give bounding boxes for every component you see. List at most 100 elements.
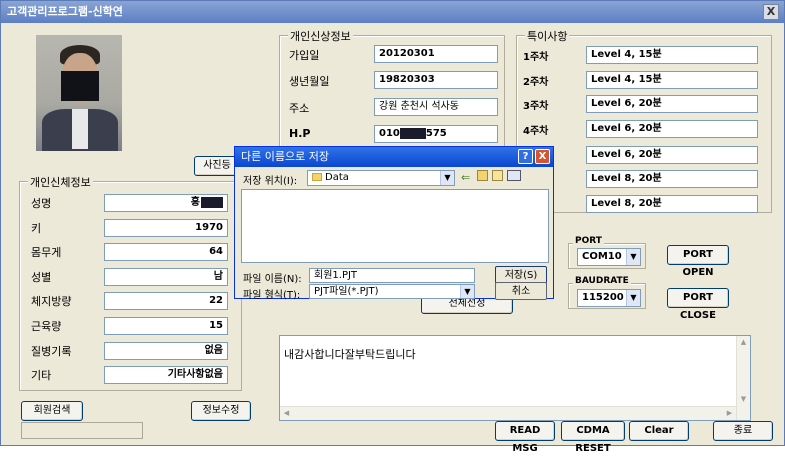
- port-title: PORT: [573, 236, 604, 246]
- scroll-down-icon[interactable]: ▼: [737, 393, 750, 406]
- personal-info-label-1: 가입일: [289, 49, 320, 62]
- special-value-1: Level 4, 15분: [591, 49, 662, 60]
- file-list[interactable]: [241, 189, 549, 263]
- filetype-value: PJT파일(*.PJT): [314, 286, 379, 297]
- personal-info-field-2[interactable]: 19820303: [374, 71, 498, 89]
- vertical-scrollbar[interactable]: ▲ ▼: [736, 336, 750, 420]
- chevron-down-icon[interactable]: ▼: [626, 290, 640, 306]
- special-label-2: 2주차: [523, 77, 549, 88]
- port-open-button[interactable]: PORT OPEN: [667, 245, 729, 278]
- body-info-value-7: 없음: [204, 345, 223, 356]
- window-close-button[interactable]: X: [763, 4, 779, 20]
- help-button[interactable]: ?: [518, 149, 533, 164]
- body-info-field-8[interactable]: 기타사항없음: [104, 366, 228, 384]
- personal-info-field-4[interactable]: 010 575: [374, 125, 498, 143]
- member-photo: [36, 35, 122, 151]
- special-field-4[interactable]: Level 6, 20분: [586, 120, 758, 138]
- personal-info-label-4: H.P: [289, 127, 311, 140]
- filetype-label: 파일 형식(T):: [243, 290, 301, 301]
- body-info-value-1: 홍: [190, 197, 200, 208]
- body-info-label-3: 몸무게: [31, 246, 62, 259]
- port-close-button[interactable]: PORT CLOSE: [667, 288, 729, 321]
- title-bar: 고객관리프로그램-신학연 X: [1, 1, 784, 23]
- body-info-field-6[interactable]: 15: [104, 317, 228, 335]
- scroll-left-icon[interactable]: ◀: [280, 407, 293, 420]
- personal-info-label-2: 생년월일: [289, 75, 330, 88]
- body-info-field-4[interactable]: 남: [104, 268, 228, 286]
- save-location-label: 저장 위치(I):: [243, 176, 298, 187]
- personal-info-field-1[interactable]: 20120301: [374, 45, 498, 63]
- chevron-down-icon[interactable]: ▼: [440, 171, 454, 185]
- body-info-value-6: 15: [209, 320, 223, 331]
- cancel-button[interactable]: 취소: [495, 282, 547, 300]
- dialog-close-button[interactable]: X: [535, 149, 550, 164]
- body-info-field-2[interactable]: 1970: [104, 219, 228, 237]
- special-field-5[interactable]: Level 6, 20분: [586, 146, 758, 164]
- personal-info-field-3[interactable]: 강원 춘천시 석사동: [374, 98, 498, 116]
- view-menu-icon[interactable]: [507, 170, 521, 181]
- baudrate-select[interactable]: 115200 ▼: [577, 289, 641, 307]
- read-msg-button[interactable]: READ MSG: [495, 421, 555, 454]
- special-value-2: Level 4, 15분: [591, 74, 662, 85]
- body-info-label-4: 성별: [31, 271, 52, 284]
- chevron-down-icon[interactable]: ▼: [626, 249, 640, 265]
- body-info-label-1: 성명: [31, 197, 52, 210]
- save-location-value: Data: [325, 172, 349, 183]
- special-field-2[interactable]: Level 4, 15분: [586, 71, 758, 89]
- save-location-select[interactable]: Data ▼: [307, 170, 455, 186]
- filename-label: 파일 이름(N):: [243, 274, 302, 285]
- body-info-value-4: 남: [213, 271, 223, 282]
- filename-input[interactable]: 회원1.PJT: [309, 268, 475, 283]
- body-info-value-5: 22: [209, 295, 223, 306]
- personal-info-value-3: 강원 춘천시 석사동: [379, 101, 459, 112]
- special-field-1[interactable]: Level 4, 15분: [586, 46, 758, 64]
- body-info-label-7: 질병기록: [31, 345, 72, 358]
- body-info-value-8: 기타사항없음: [167, 369, 223, 380]
- member-search-button[interactable]: 회원검색: [21, 401, 83, 421]
- window-title: 고객관리프로그램-신학연: [7, 5, 123, 18]
- special-label-4: 4주차: [523, 126, 549, 137]
- special-value-3: Level 6, 20분: [591, 98, 662, 109]
- personal-info-title: 개인신상정보: [288, 28, 353, 44]
- body-info-label-8: 기타: [31, 369, 52, 382]
- new-folder-icon[interactable]: [492, 170, 503, 181]
- edit-info-button[interactable]: 정보수정: [191, 401, 251, 421]
- chevron-down-icon[interactable]: ▼: [460, 285, 474, 298]
- filetype-select[interactable]: PJT파일(*.PJT) ▼: [309, 284, 475, 299]
- special-field-7[interactable]: Level 8, 20분: [586, 195, 758, 213]
- scroll-right-icon[interactable]: ▶: [723, 407, 736, 420]
- clear-button[interactable]: Clear: [629, 421, 689, 441]
- dialog-title: 다른 이름으로 저장: [241, 150, 329, 163]
- port-select-value: COM10: [582, 251, 622, 262]
- save-as-dialog: 다른 이름으로 저장 ? X 저장 위치(I): Data ▼ ⇐ 파일 이름(…: [234, 146, 554, 301]
- body-info-field-7[interactable]: 없음: [104, 342, 228, 360]
- port-select[interactable]: COM10 ▼: [577, 248, 641, 266]
- special-label-1: 1주차: [523, 52, 549, 63]
- body-info-label-5: 체지방량: [31, 295, 72, 308]
- horizontal-scrollbar[interactable]: ◀ ▶: [280, 406, 736, 420]
- body-info-value-3: 64: [209, 246, 223, 257]
- special-field-3[interactable]: Level 6, 20분: [586, 95, 758, 113]
- phone-prefix: 010: [379, 128, 400, 139]
- exit-button[interactable]: 종료: [713, 421, 773, 441]
- body-info-field-1[interactable]: 홍: [104, 194, 228, 212]
- body-info-value-2: 1970: [195, 222, 223, 233]
- special-field-6[interactable]: Level 8, 20분: [586, 170, 758, 188]
- body-info-field-3[interactable]: 64: [104, 243, 228, 261]
- scroll-up-icon[interactable]: ▲: [737, 336, 750, 349]
- baudrate-title: BAUDRATE: [573, 276, 631, 286]
- special-value-5: Level 6, 20분: [591, 149, 662, 160]
- dialog-title-bar: 다른 이름으로 저장 ? X: [235, 147, 553, 167]
- special-label-3: 3주차: [523, 101, 549, 112]
- up-folder-icon[interactable]: [477, 170, 488, 181]
- special-value-6: Level 8, 20분: [591, 173, 662, 184]
- face-redaction: [61, 71, 99, 101]
- cdma-reset-button[interactable]: CDMA RESET: [561, 421, 625, 454]
- back-icon[interactable]: ⇐: [461, 171, 470, 184]
- body-info-field-5[interactable]: 22: [104, 292, 228, 310]
- personal-info-label-3: 주소: [289, 102, 310, 115]
- message-textarea[interactable]: 내감사합니다잘부탁드립니다 ▲ ▼ ◀ ▶: [279, 335, 751, 421]
- phone-suffix: 575: [425, 128, 447, 139]
- special-value-7: Level 8, 20분: [591, 198, 662, 209]
- folder-icon: [312, 173, 322, 181]
